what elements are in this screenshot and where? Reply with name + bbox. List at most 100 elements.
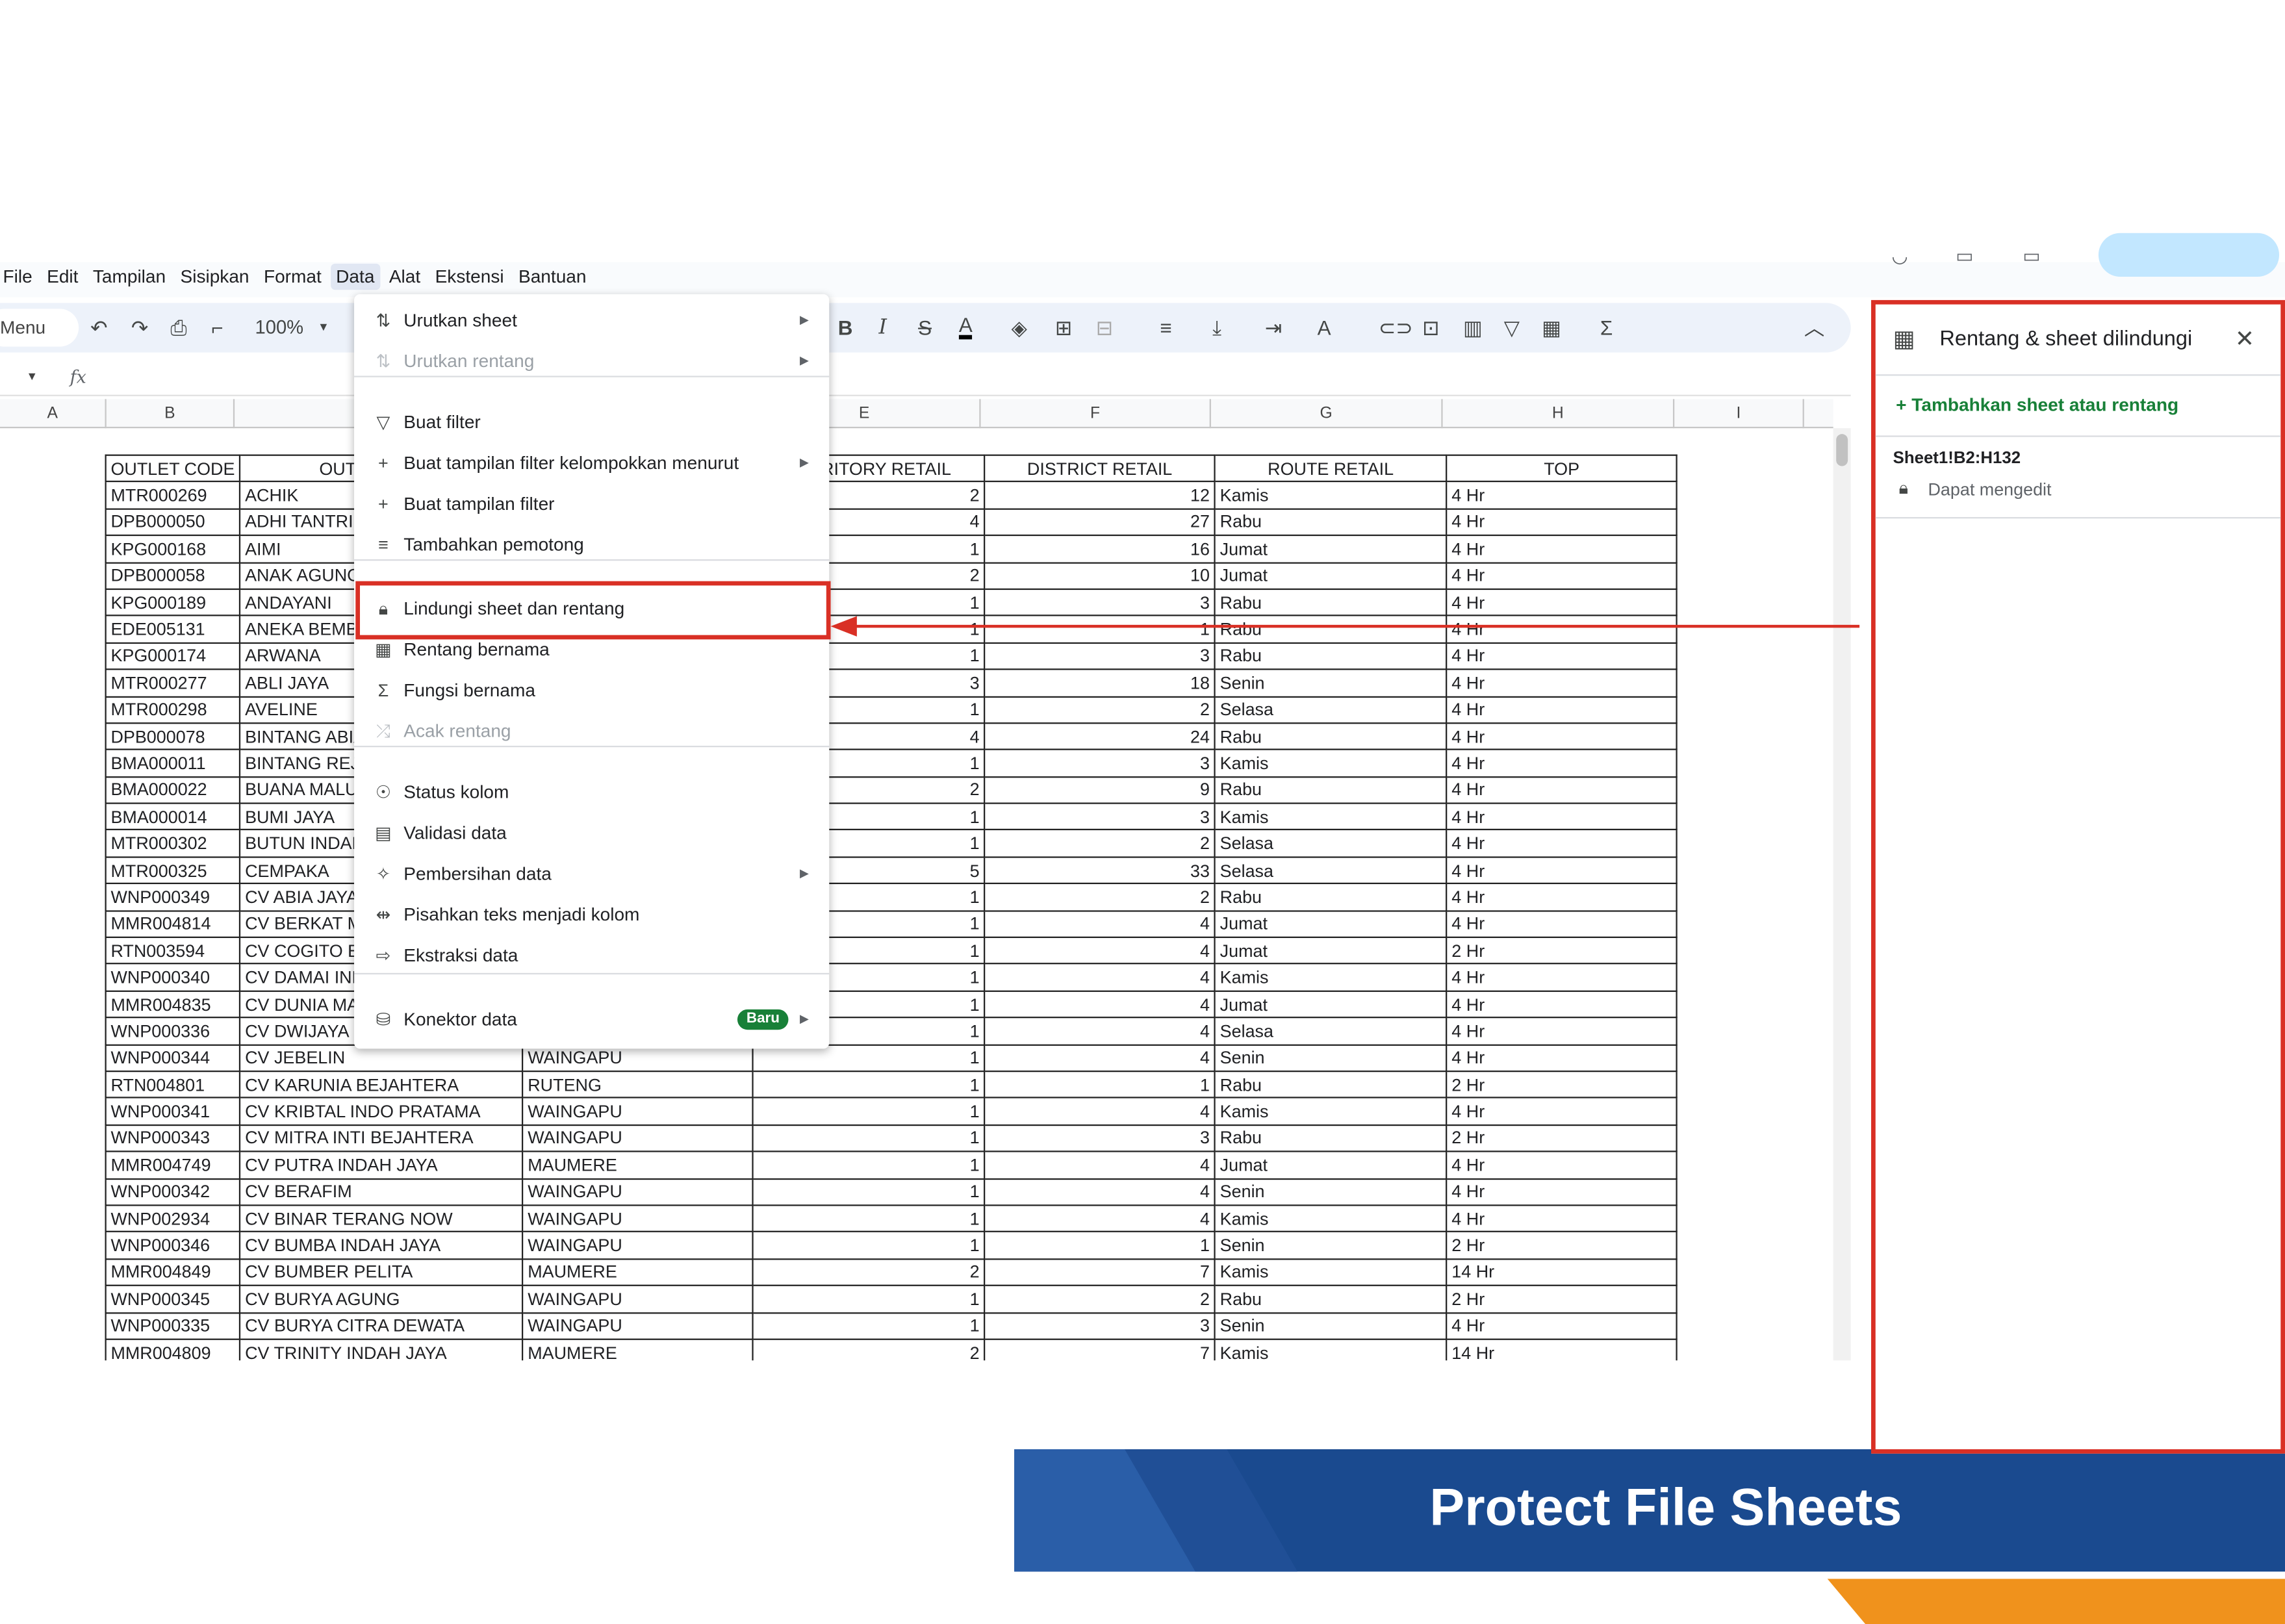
menu-item-urutkan-sheet[interactable]: ⇅ Urutkan sheet ▶ [354, 303, 829, 338]
table-cell[interactable]: CV BURYA AGUNG [239, 1284, 524, 1313]
table-cell[interactable]: EDE005131 [105, 615, 241, 644]
comment-icon[interactable]: ▭ [1956, 245, 1974, 268]
table-cell[interactable]: 2 [984, 883, 1216, 911]
table-cell[interactable]: MAUMERE [522, 1338, 754, 1361]
table-cell[interactable]: Rabu [1214, 1284, 1448, 1313]
table-cell[interactable]: WAINGAPU [522, 1097, 754, 1126]
wrap-icon[interactable]: ⇥ [1265, 313, 1282, 342]
close-icon[interactable]: ✕ [2235, 325, 2254, 354]
table-cell[interactable]: 12 [984, 481, 1216, 510]
table-cell[interactable]: 4 Hr [1446, 642, 1678, 670]
table-cell[interactable]: MTR000325 [105, 856, 241, 885]
strikethrough-icon[interactable]: S [918, 313, 932, 342]
table-cell[interactable]: WNP000341 [105, 1097, 241, 1126]
table-cell[interactable]: 2 Hr [1446, 1231, 1678, 1260]
table-cell[interactable]: Senin [1214, 668, 1448, 697]
table-cell[interactable]: 4 Hr [1446, 802, 1678, 831]
name-box-dropdown-icon[interactable]: ▼ [26, 370, 38, 383]
table-cell[interactable]: 7 [984, 1338, 1216, 1361]
table-cell[interactable]: WNP002934 [105, 1204, 241, 1233]
table-cell[interactable]: 3 [984, 1312, 1216, 1340]
table-cell[interactable]: 1 [752, 1177, 986, 1206]
table-cell[interactable]: MMR004835 [105, 990, 241, 1019]
zoom-select[interactable]: 100% [255, 313, 304, 342]
table-cell[interactable]: Rabu [1214, 642, 1448, 670]
table-cell[interactable]: Jumat [1214, 561, 1448, 590]
table-cell[interactable]: 4 Hr [1446, 1097, 1678, 1126]
table-cell[interactable]: 4 Hr [1446, 1177, 1678, 1206]
table-cell[interactable]: 2 Hr [1446, 1070, 1678, 1099]
table-cell[interactable]: Selasa [1214, 856, 1448, 885]
table-cell[interactable]: DPB000058 [105, 561, 241, 590]
table-cell[interactable]: 4 [984, 1017, 1216, 1046]
table-cell[interactable]: KPG000174 [105, 642, 241, 670]
table-cell[interactable]: KPG000168 [105, 535, 241, 563]
table-cell[interactable]: Jumat [1214, 535, 1448, 563]
table-cell[interactable]: WNP000340 [105, 963, 241, 992]
table-cell[interactable]: 4 Hr [1446, 1150, 1678, 1180]
valign-icon[interactable]: ⤓ [1212, 313, 1221, 342]
menu-data[interactable]: Data [330, 263, 381, 290]
table-cell[interactable]: 2 [752, 1258, 986, 1287]
header-cell[interactable]: DISTRICT RETAIL [984, 454, 1216, 483]
table-cell[interactable]: 1 [752, 1097, 986, 1126]
menu-search-input[interactable]: Menu [0, 309, 79, 347]
table-cell[interactable]: DPB000050 [105, 508, 241, 537]
menu-item-pembersihan-data[interactable]: ✧ Pembersihan data ▶ [354, 856, 829, 891]
menu-item-acak-rentang[interactable]: ⤮ Acak rentang [354, 714, 829, 749]
table-cell[interactable]: WNP000336 [105, 1017, 241, 1046]
table-cell[interactable]: Kamis [1214, 749, 1448, 778]
table-cell[interactable]: Kamis [1214, 963, 1448, 992]
table-cell[interactable]: 4 Hr [1446, 883, 1678, 911]
table-cell[interactable]: Rabu [1214, 722, 1448, 751]
table-cell[interactable]: Senin [1214, 1043, 1448, 1072]
table-cell[interactable]: 4 [984, 990, 1216, 1019]
table-cell[interactable]: Kamis [1214, 1338, 1448, 1361]
collapse-toolbar-icon[interactable]: ︿ [1804, 313, 1824, 342]
table-cell[interactable]: CV KRIBTAL INDO PRATAMA [239, 1097, 524, 1126]
table-cell[interactable]: RTN004801 [105, 1070, 241, 1099]
table-cell[interactable]: CV TRINITY INDAH JAYA [239, 1338, 524, 1361]
menu-extensions[interactable]: Ekstensi [429, 264, 510, 290]
table-cell[interactable]: 4 [984, 1177, 1216, 1206]
menu-file[interactable]: File [0, 264, 38, 290]
table-cell[interactable]: WNP000346 [105, 1231, 241, 1260]
functions-icon[interactable]: Σ [1600, 313, 1613, 342]
table-cell[interactable]: 4 [984, 909, 1216, 939]
table-cell[interactable]: 4 Hr [1446, 668, 1678, 697]
vertical-scrollbar[interactable] [1833, 428, 1851, 1361]
table-cell[interactable]: 2 [984, 695, 1216, 724]
table-cell[interactable]: Selasa [1214, 829, 1448, 858]
align-icon[interactable]: ≡ [1160, 313, 1171, 342]
italic-icon[interactable]: I [879, 313, 887, 342]
table-cell[interactable]: MTR000277 [105, 668, 241, 697]
table-cell[interactable]: RUTENG [522, 1070, 754, 1099]
table-cell[interactable]: 2 Hr [1446, 936, 1678, 965]
table-cell[interactable]: 27 [984, 508, 1216, 537]
table-cell[interactable]: Rabu [1214, 508, 1448, 537]
table-cell[interactable]: Kamis [1214, 481, 1448, 510]
table-cell[interactable]: Jumat [1214, 936, 1448, 965]
chevron-down-icon[interactable]: ▼ [318, 313, 329, 342]
table-cell[interactable]: 4 Hr [1446, 749, 1678, 778]
add-range-button[interactable]: + Tambahkan sheet atau rentang [1896, 395, 2178, 415]
table-cell[interactable]: CV BERAFIM [239, 1177, 524, 1206]
table-cell[interactable]: Kamis [1214, 1204, 1448, 1233]
table-cell[interactable]: Rabu [1214, 1124, 1448, 1152]
table-cell[interactable]: Senin [1214, 1312, 1448, 1340]
table-cell[interactable]: MMR004809 [105, 1338, 241, 1361]
table-cell[interactable]: 4 [984, 1097, 1216, 1126]
table-cell[interactable]: Jumat [1214, 909, 1448, 939]
table-cell[interactable]: WNP000344 [105, 1043, 241, 1072]
filter-views-icon[interactable]: ▦ [1542, 313, 1561, 342]
redo-icon[interactable]: ↷ [131, 313, 148, 342]
table-cell[interactable]: 4 [984, 1204, 1216, 1233]
table-cell[interactable]: MMR004814 [105, 909, 241, 939]
table-cell[interactable]: 1 [752, 1150, 986, 1180]
column-header[interactable]: F [981, 399, 1211, 429]
text-color-icon[interactable]: A [958, 313, 973, 340]
menu-item-status-kolom[interactable]: ☉ Status kolom [354, 775, 829, 810]
table-cell[interactable]: 16 [984, 535, 1216, 563]
menu-format[interactable]: Format [258, 264, 327, 290]
table-cell[interactable]: Selasa [1214, 1017, 1448, 1046]
